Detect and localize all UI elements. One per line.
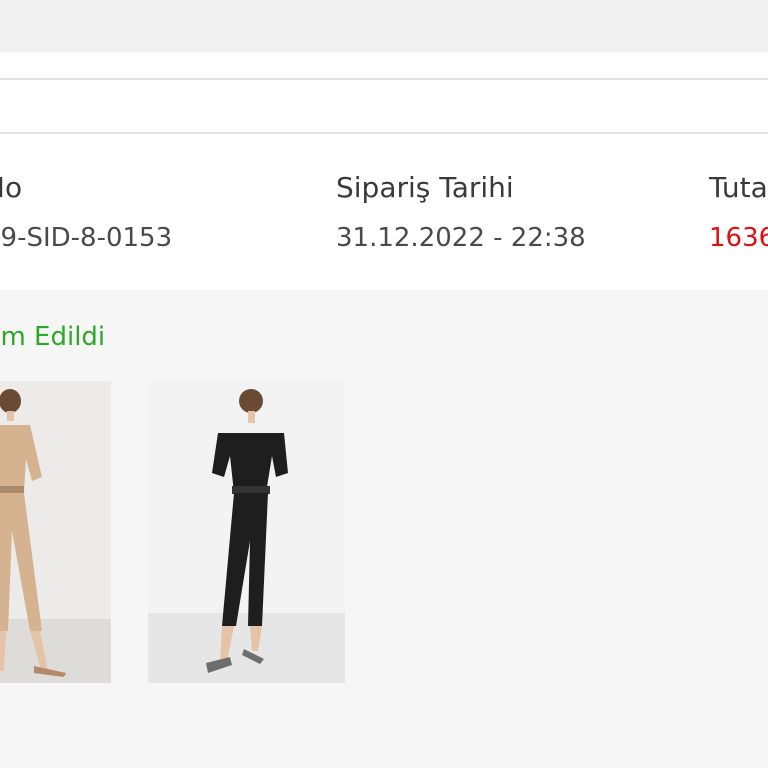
order-date-label: Sipariş Tarihi — [336, 171, 514, 204]
order-date-value: 31.12.2022 - 22:38 — [336, 223, 586, 253]
black-jumpsuit-photo — [148, 389, 345, 683]
order-total-column: Tuta 1636 — [709, 170, 768, 256]
order-number-value: 19-SID-8-0153 — [0, 223, 173, 253]
product-image-black-jumpsuit[interactable] — [148, 381, 345, 683]
product-image-beige-jumpsuit[interactable] — [0, 381, 111, 683]
filter-row — [0, 80, 768, 132]
order-number-label: No — [0, 171, 23, 204]
order-total-label: Tuta — [709, 171, 768, 204]
order-summary-card[interactable]: No 19-SID-8-0153 Sipariş Tarihi 31.12.20… — [0, 134, 768, 290]
beige-jumpsuit-photo — [0, 389, 111, 683]
top-bar — [0, 0, 768, 52]
delivery-status: lim Edildi — [0, 322, 106, 352]
header-row — [0, 52, 768, 79]
order-date-column: Sipariş Tarihi 31.12.2022 - 22:38 — [336, 170, 586, 256]
order-number-column: No 19-SID-8-0153 — [0, 170, 172, 256]
order-total-value: 1636 — [709, 223, 768, 253]
